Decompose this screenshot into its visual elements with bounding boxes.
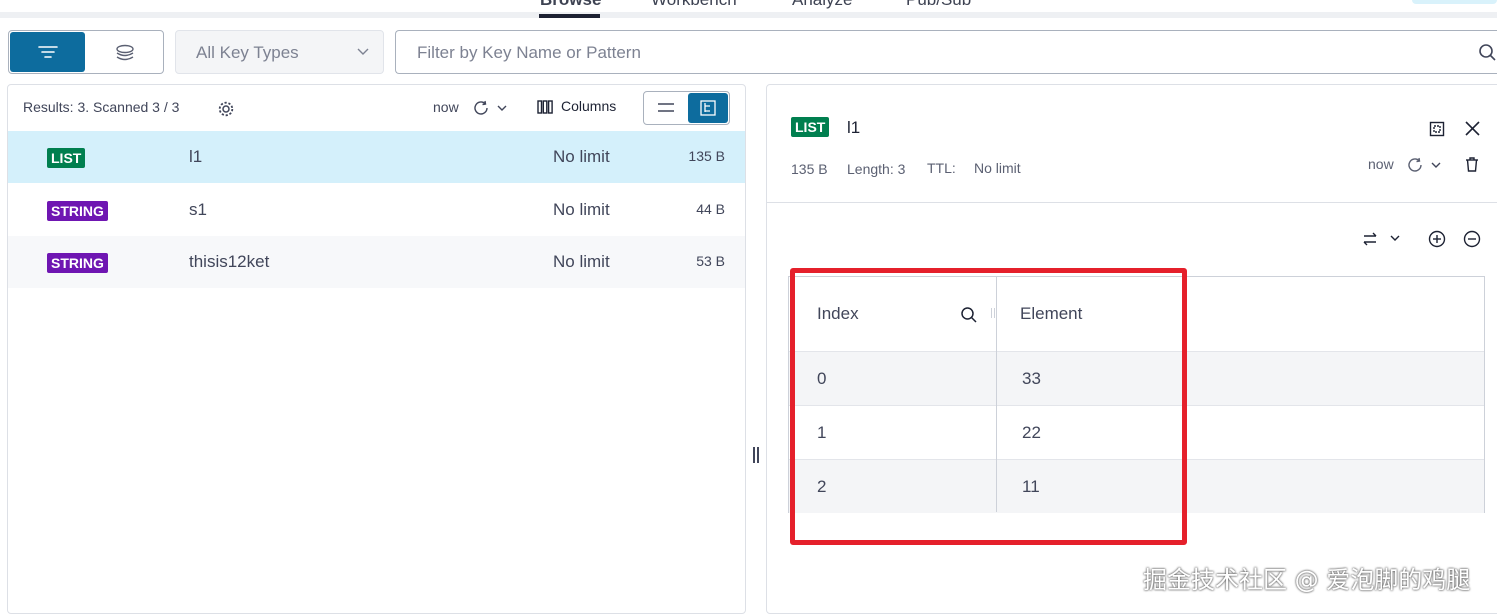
key-ttl: No limit xyxy=(553,147,610,166)
detail-ttl-label: TTL: xyxy=(927,160,956,176)
nav-shadow xyxy=(0,12,1497,18)
stack-icon xyxy=(116,44,134,61)
gear-icon[interactable] xyxy=(217,100,235,118)
detail-size: 135 B xyxy=(791,161,828,177)
key-name: l1 xyxy=(189,147,203,166)
key-size: 135 B xyxy=(688,148,725,164)
detail-ttl-value[interactable]: No limit xyxy=(974,160,1021,176)
fullscreen-icon[interactable] xyxy=(1429,121,1445,137)
key-row-thisis12ket[interactable]: STRING thisis12ket No limit 53 B xyxy=(8,236,745,288)
view-mode-toggle xyxy=(643,91,730,125)
key-type-badge: LIST xyxy=(47,148,86,168)
list-view-icon xyxy=(658,103,674,112)
tab-browse[interactable]: Browse xyxy=(540,0,601,10)
chevron-down-icon xyxy=(357,48,369,55)
filter-mode-button[interactable] xyxy=(10,32,85,72)
key-name: s1 xyxy=(189,200,207,219)
key-name: thisis12ket xyxy=(189,252,270,271)
filter-icon xyxy=(38,46,58,58)
search-icon[interactable] xyxy=(1478,43,1497,63)
list-view-button[interactable] xyxy=(645,93,686,123)
key-type-value: All Key Types xyxy=(196,43,299,62)
key-size: 53 B xyxy=(696,253,725,269)
tab-workbench[interactable]: Workbench xyxy=(651,0,737,10)
key-size: 44 B xyxy=(696,201,725,217)
refresh-icon[interactable] xyxy=(1407,156,1443,174)
last-refresh-time: now xyxy=(433,99,459,115)
key-ttl: No limit xyxy=(553,252,610,271)
active-tab-indicator xyxy=(539,14,600,18)
nav-corner-button[interactable] xyxy=(1412,0,1497,4)
key-type-select[interactable]: All Key Types xyxy=(175,30,384,74)
search-mode-toggle xyxy=(8,30,164,74)
detail-type-badge: LIST xyxy=(791,117,830,137)
trash-icon[interactable] xyxy=(1464,156,1480,173)
tree-view-button[interactable] xyxy=(688,93,728,123)
panel-resize-handle[interactable] xyxy=(753,447,759,463)
key-ttl: No limit xyxy=(553,200,610,219)
columns-button[interactable]: Columns xyxy=(561,98,616,114)
top-nav: Browse Workbench Analyze Pub/Sub xyxy=(0,0,1497,18)
key-row-s1[interactable]: STRING s1 No limit 44 B xyxy=(8,184,745,236)
search-input[interactable] xyxy=(417,41,1457,65)
tab-pubsub[interactable]: Pub/Sub xyxy=(906,0,971,10)
results-summary: Results: 3. Scanned 3 / 3 xyxy=(23,99,180,115)
key-type-badge: STRING xyxy=(47,201,108,221)
watermark: 掘金技术社区 @ 爱泡脚的鸡腿 xyxy=(1143,566,1471,594)
close-icon[interactable] xyxy=(1464,120,1481,137)
tree-view-icon xyxy=(700,100,716,116)
semantic-search-button[interactable] xyxy=(87,32,163,72)
annotation-highlight-box xyxy=(790,268,1187,545)
tab-analyze[interactable]: Analyze xyxy=(792,0,852,10)
refresh-icon[interactable] xyxy=(473,99,509,117)
format-switch-icon[interactable] xyxy=(1362,229,1404,249)
remove-element-icon[interactable] xyxy=(1462,229,1482,249)
key-row-l1[interactable]: LIST l1 No limit 135 B xyxy=(8,131,745,183)
add-element-icon[interactable] xyxy=(1427,229,1447,249)
detail-key-name[interactable]: l1 xyxy=(847,118,860,138)
search-box xyxy=(395,30,1497,74)
detail-length: Length: 3 xyxy=(847,161,906,177)
detail-header-divider xyxy=(767,202,1497,203)
columns-icon xyxy=(537,100,553,114)
detail-last-refresh: now xyxy=(1368,156,1394,172)
key-type-badge: STRING xyxy=(47,253,108,273)
